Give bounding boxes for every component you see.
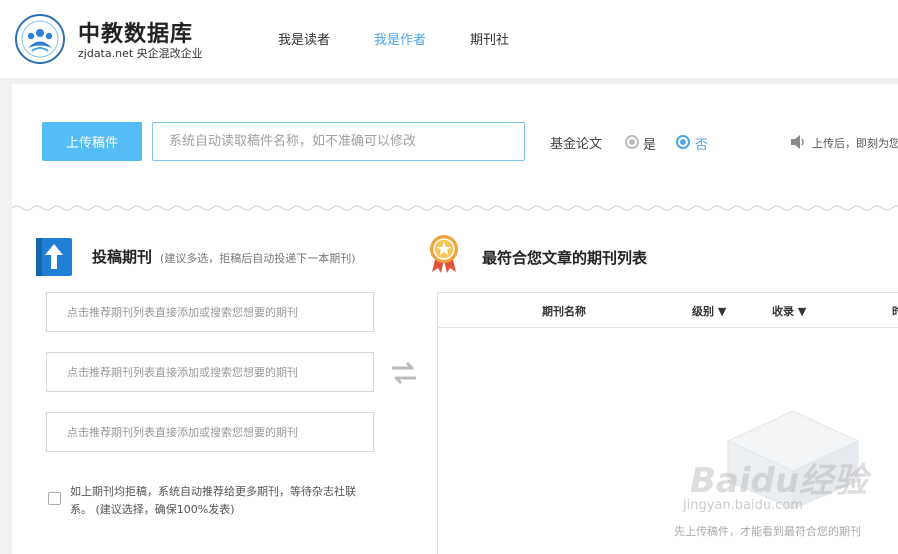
journal-search-input-1[interactable] [46, 292, 374, 332]
table-header: 期刊名称 级别 ▼ 收录 ▼ 时 [438, 293, 898, 328]
nav-reader[interactable]: 我是读者 [278, 29, 330, 48]
fund-no-radio[interactable] [676, 135, 690, 149]
logo-subtitle: zjdata.net 央企混改企业 [78, 47, 203, 60]
upload-arrow-icon [36, 238, 72, 276]
journal-search-input-3[interactable] [46, 412, 374, 452]
nav-author[interactable]: 我是作者 [374, 29, 426, 48]
auto-recommend-checkbox[interactable] [48, 492, 61, 505]
auto-recommend-line1: 如上期刊均拒稿，系统自动推荐给更多期刊，等待杂志社联 [70, 485, 356, 498]
award-badge-icon [430, 235, 458, 273]
manuscript-title-input[interactable] [152, 122, 525, 161]
watermark-brand: Baidu经验 [690, 461, 868, 501]
logo-title[interactable]: 中教数据库 [78, 16, 193, 48]
wavy-divider [12, 205, 898, 211]
top-header: 中教数据库 zjdata.net 央企混改企业 我是读者 我是作者 期刊社 [0, 0, 898, 78]
submit-journals-hint: (建议多选，拒稿后自动投递下一本期刊) [160, 252, 356, 265]
fund-no-label[interactable]: 否 [695, 134, 708, 153]
col-level-sort[interactable]: 级别 ▼ [692, 303, 726, 319]
fund-yes-label[interactable]: 是 [643, 134, 656, 153]
main-card: 上传稿件 基金论文 是 否 上传后，即刻为您 投稿期刊 (建议多选，拒稿后自动投… [12, 84, 898, 554]
col-indexed-sort[interactable]: 收录 ▼ [772, 303, 806, 319]
col-time: 时 [892, 305, 898, 318]
fund-yes-radio[interactable] [625, 135, 639, 149]
auto-recommend-line2: 系。 (建议选择，确保100%发表) [70, 503, 235, 516]
submit-journals-title: 投稿期刊 [92, 248, 153, 266]
journal-table: 期刊名称 级别 ▼ 收录 ▼ 时 Baidu经验 jingyan.baidu.c… [437, 292, 898, 554]
journal-search-input-2[interactable] [46, 352, 374, 392]
swap-arrows-icon[interactable] [390, 360, 418, 386]
recommended-journals-title: 最符合您文章的期刊列表 [482, 249, 648, 267]
speaker-icon [791, 135, 804, 149]
watermark-domain: jingyan.baidu.com [683, 498, 803, 513]
auto-recommend-text: 如上期刊均拒稿，系统自动推荐给更多期刊，等待杂志社联 系。 (建议选择，确保10… [70, 483, 390, 519]
logo-emblem-icon[interactable] [14, 13, 66, 65]
upload-notice: 上传后，即刻为您 [812, 137, 898, 150]
nav-journal-publisher[interactable]: 期刊社 [470, 29, 509, 48]
empty-state-text: 先上传稿件，才能看到最符合您的期刊 [674, 525, 861, 538]
col-journal-name: 期刊名称 [542, 305, 586, 318]
upload-manuscript-button[interactable]: 上传稿件 [42, 122, 142, 161]
fund-paper-label: 基金论文 [550, 137, 603, 152]
